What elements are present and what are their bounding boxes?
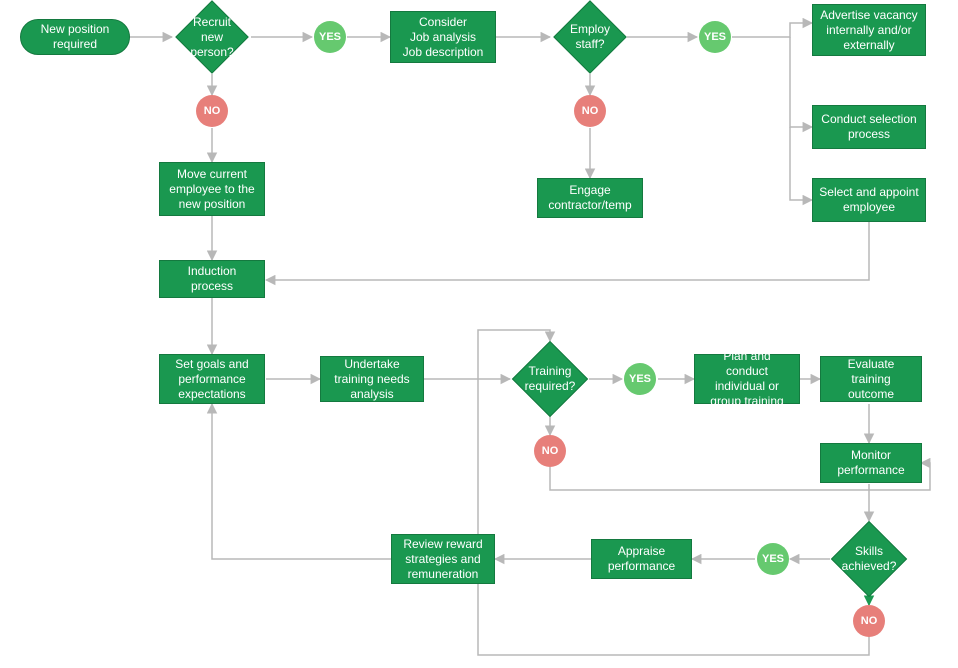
goals-label: Set goals and performance expectations — [166, 357, 258, 402]
training-label: Training required? — [525, 364, 576, 394]
no-label: NO — [204, 105, 221, 117]
monitor-label: Monitor performance — [827, 448, 915, 478]
appraise-label: Appraise performance — [598, 544, 685, 574]
skills-label: Skills achieved? — [842, 544, 897, 574]
engage-process: Engage contractor/temp — [537, 178, 643, 218]
recruit-decision: Recruit new person? — [175, 0, 249, 74]
training-decision: Training required? — [512, 341, 588, 417]
review-process: Review reward strategies and remuneratio… — [391, 534, 495, 584]
plan-process: Plan and conduct individual or group tra… — [694, 354, 800, 404]
employ-decision: Employ staff? — [553, 0, 627, 74]
employ-yes-badge: YES — [699, 21, 731, 53]
yes-label: YES — [319, 31, 341, 43]
skills-decision: Skills achieved? — [831, 521, 907, 597]
monitor-process: Monitor performance — [820, 443, 922, 483]
induction-label: Induction process — [166, 264, 258, 294]
engage-label: Engage contractor/temp — [544, 183, 636, 213]
move-process: Move current employee to the new positio… — [159, 162, 265, 216]
training-no-badge: NO — [534, 435, 566, 467]
move-label: Move current employee to the new positio… — [166, 167, 258, 212]
consider-label: Consider Job analysis Job description — [403, 15, 484, 60]
start-terminator: New position required — [20, 19, 130, 55]
no-label-4: NO — [861, 615, 878, 627]
evaluate-label: Evaluate training outcome — [827, 357, 915, 402]
consider-process: Consider Job analysis Job description — [390, 11, 496, 63]
recruit-label: Recruit new person? — [190, 15, 233, 60]
evaluate-process: Evaluate training outcome — [820, 356, 922, 402]
review-label: Review reward strategies and remuneratio… — [398, 537, 488, 582]
yes-label-4: YES — [762, 553, 784, 565]
skills-no-badge: NO — [853, 605, 885, 637]
employ-no-badge: NO — [574, 95, 606, 127]
no-label-3: NO — [542, 445, 559, 457]
yes-label-3: YES — [629, 373, 651, 385]
undertake-label: Undertake training needs analysis — [327, 357, 417, 402]
induction-process: Induction process — [159, 260, 265, 298]
flowchart-canvas: New position required Recruit new person… — [0, 0, 958, 668]
undertake-process: Undertake training needs analysis — [320, 356, 424, 402]
no-label-2: NO — [582, 105, 599, 117]
appoint-label: Select and appoint employee — [819, 185, 919, 215]
training-yes-badge: YES — [624, 363, 656, 395]
advertise-process: Advertise vacancy internally and/or exte… — [812, 4, 926, 56]
selection-label: Conduct selection process — [819, 112, 919, 142]
employ-label: Employ staff? — [570, 22, 610, 52]
goals-process: Set goals and performance expectations — [159, 354, 265, 404]
recruit-yes-badge: YES — [314, 21, 346, 53]
selection-process: Conduct selection process — [812, 105, 926, 149]
yes-label-2: YES — [704, 31, 726, 43]
appraise-process: Appraise performance — [591, 539, 692, 579]
plan-label: Plan and conduct individual or group tra… — [701, 349, 793, 409]
start-label: New position required — [27, 22, 123, 52]
advertise-label: Advertise vacancy internally and/or exte… — [819, 8, 919, 53]
recruit-no-badge: NO — [196, 95, 228, 127]
appoint-process: Select and appoint employee — [812, 178, 926, 222]
skills-yes-badge: YES — [757, 543, 789, 575]
